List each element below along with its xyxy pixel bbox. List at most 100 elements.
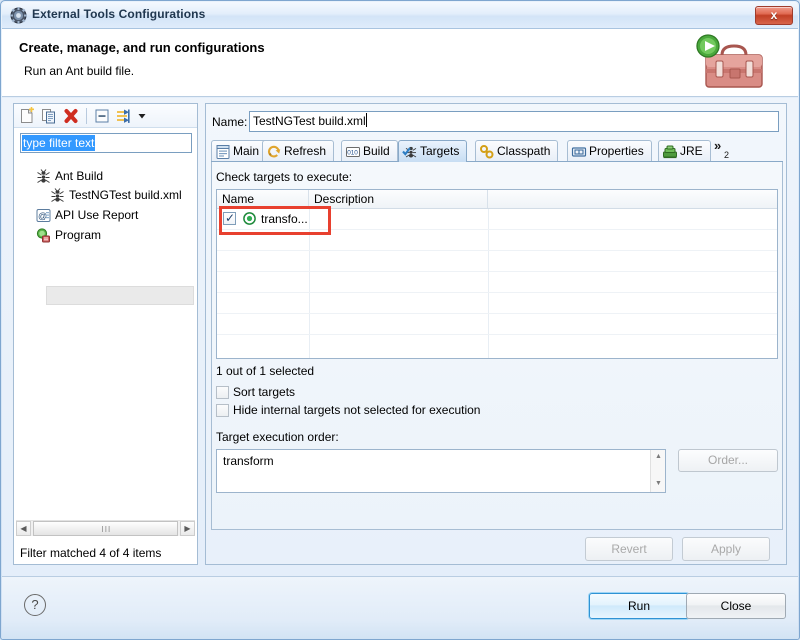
run-button[interactable]: Run [589,593,689,619]
table-grid-line [217,313,777,314]
external-tools-configurations-dialog: External Tools Configurations x Create, … [0,0,800,640]
configuration-name-input[interactable]: TestNGTest build.xml [249,111,779,132]
hide-internal-targets-checkbox[interactable] [216,404,229,417]
filter-status-text: Filter matched 4 of 4 items [20,546,162,560]
sort-targets-checkbox[interactable] [216,386,229,399]
configurations-toolbar [14,104,197,128]
close-window-button[interactable]: x [755,6,793,25]
tab-classpath[interactable]: Classpath [475,140,559,162]
collapse-all-icon[interactable] [93,107,111,125]
api-use-report-icon: @ [36,209,51,222]
scroll-left-arrow[interactable]: ◀ [16,521,31,536]
tab-overflow-button[interactable]: » 2 [714,138,729,162]
target-name: transfo... [261,212,308,226]
tree-item-api-use-report[interactable]: @ API Use Report [36,206,191,225]
targets-tab-icon [402,146,417,158]
filter-input-value[interactable]: type filter text [22,135,96,151]
tree-horizontal-scrollbar[interactable]: ◀ III ▶ [16,520,195,536]
target-icon [243,212,256,225]
refresh-tab-icon [268,145,281,158]
tree-item-program[interactable]: Program [36,226,191,245]
delete-configuration-icon[interactable] [62,107,80,125]
tree-item-label: Ant Build [55,169,104,183]
tab-label: Properties [589,144,644,158]
tree-item-label: Program [55,228,102,242]
tab-properties[interactable]: Properties [567,140,652,162]
svg-text:@: @ [38,211,47,221]
tab-refresh[interactable]: Refresh [262,140,335,162]
hide-internal-targets-label: Hide internal targets not selected for e… [233,403,481,417]
order-button[interactable]: Order... [678,449,778,472]
name-label: Name: [212,115,248,129]
ant-icon [37,169,50,183]
target-execution-order-list[interactable]: transform ▲ ▼ [216,449,666,493]
dialog-content: type filter text Ant Build TestNGTest bu… [2,98,798,576]
target-checkbox[interactable]: ✓ [223,211,236,225]
banner-title: Create, manage, and run configurations [19,40,265,55]
program-icon [36,228,50,243]
classpath-tab-icon [480,145,494,159]
column-header-blank[interactable] [488,190,777,208]
banner-subtitle: Run an Ant build file. [24,64,135,78]
revert-button[interactable]: Revert [585,537,673,561]
tab-label: Build [363,144,390,158]
scroll-down-arrow[interactable]: ▼ [651,477,666,492]
tree-item-label: API Use Report [55,208,139,222]
tab-overflow-chevron: » [714,138,722,153]
table-grid-line [217,292,777,293]
tab-build[interactable]: 010 Build [341,140,398,162]
hide-internal-targets-option[interactable]: Hide internal targets not selected for e… [216,402,546,420]
tree-item-testngtest-build-xml[interactable]: TestNGTest build.xml [50,186,195,205]
configurations-panel: type filter text Ant Build TestNGTest bu… [13,103,198,565]
tree-item-ant-build[interactable]: Ant Build [36,167,191,186]
checkmark-icon: ✓ [225,211,236,225]
tab-strip: Main Refresh 010 Build Targets Classpath… [211,138,783,162]
name-input-value: TestNGTest build.xml [253,114,366,128]
configuration-editor-panel: Name: TestNGTest build.xml Main Refresh … [205,103,787,565]
targets-table[interactable]: Name Description ✓ transfo... [216,189,778,359]
new-configuration-icon[interactable] [18,107,36,125]
window-title: External Tools Configurations [32,7,206,21]
apply-button[interactable]: Apply [682,537,770,561]
duplicate-configuration-icon[interactable] [40,107,58,125]
column-header-name[interactable]: Name [217,190,309,208]
properties-tab-icon [571,147,587,157]
table-grid-line [217,271,777,272]
column-divider [488,209,489,358]
table-grid-line [217,250,777,251]
scroll-up-arrow[interactable]: ▲ [651,450,666,465]
targets-table-header: Name Description [217,190,777,209]
jre-tab-icon [663,145,677,159]
filter-icon[interactable] [115,107,133,125]
selection-count-label: 1 out of 1 selected [216,364,315,378]
tab-label: Classpath [497,144,551,158]
toolbox-with-run-icon [696,34,763,88]
tab-main[interactable]: Main [211,140,268,162]
scrollbar-grip: III [101,525,112,534]
scroll-right-arrow[interactable]: ▶ [180,521,195,536]
ant-icon [51,188,64,202]
target-execution-order-label: Target execution order: [216,430,339,444]
tab-label: Refresh [284,144,327,158]
table-row[interactable]: ✓ transfo... [217,209,777,229]
tab-label: JRE [680,144,703,158]
tree-item-label: TestNGTest build.xml [69,188,182,202]
order-vertical-scrollbar[interactable]: ▲ ▼ [650,450,665,492]
column-divider [309,209,310,358]
help-button[interactable]: ? [24,594,46,616]
column-header-description[interactable]: Description [309,190,488,208]
tab-targets[interactable]: Targets [398,140,468,162]
sort-targets-label: Sort targets [233,385,296,399]
check-targets-label: Check targets to execute: [216,170,353,184]
dialog-footer: ? Run Close [2,576,798,639]
chevron-down-icon[interactable] [136,107,148,125]
close-dialog-button[interactable]: Close [686,593,786,619]
sort-targets-option[interactable]: Sort targets [216,384,336,402]
tab-jre[interactable]: JRE [658,140,711,162]
svg-text:010: 010 [347,150,358,157]
gear-icon [10,7,27,24]
text-caret [365,113,367,127]
tab-overflow-count: 2 [724,150,730,160]
scrollbar-thumb[interactable]: III [33,521,178,536]
title-bar: External Tools Configurations x [2,2,798,29]
